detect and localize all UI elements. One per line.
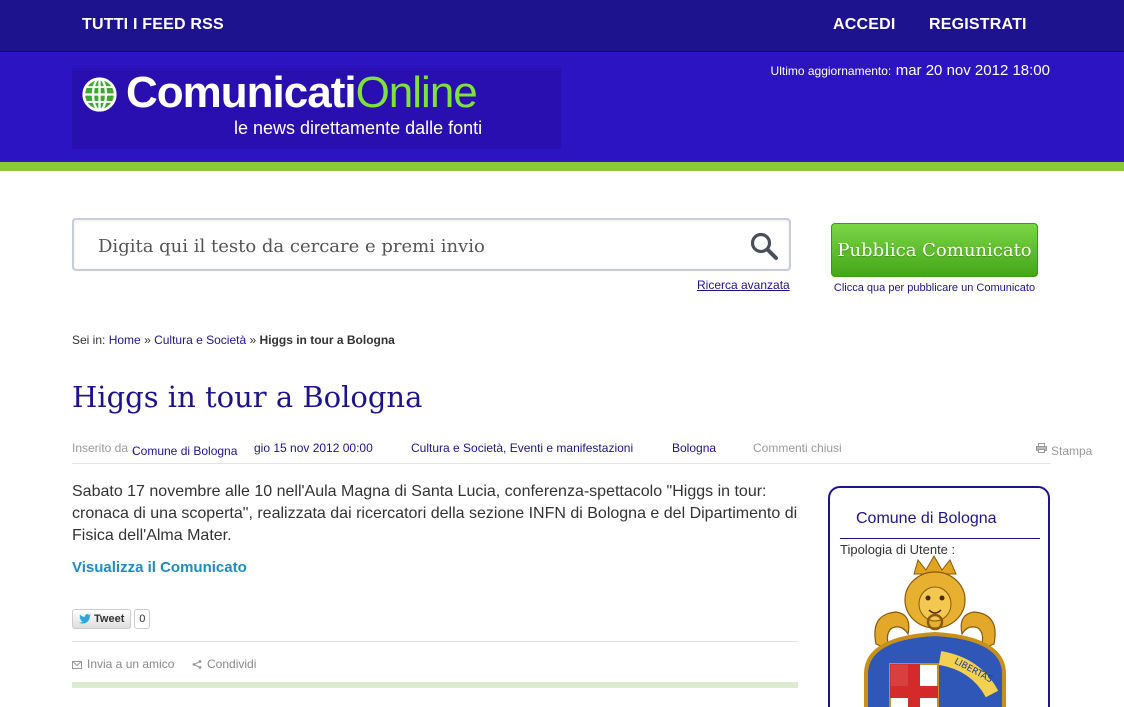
city-link[interactable]: Bologna [672, 441, 716, 455]
printer-icon [1036, 443, 1047, 453]
article-meta: Inserito da Comune di Bologna, gio 15 no… [72, 438, 1092, 464]
breadcrumb-separator: » [249, 333, 257, 347]
last-update: Ultimo aggiornamento: mar 20 nov 2012 18… [771, 62, 1050, 80]
categories-link[interactable]: Cultura e Società, Eventi e manifestazio… [411, 441, 633, 455]
breadcrumb-home-link[interactable]: Home [109, 333, 141, 347]
section-divider [72, 682, 798, 688]
publish-date-link[interactable]: gio 15 nov 2012 00:00 [254, 441, 373, 455]
breadcrumb-separator: » [144, 333, 151, 347]
advanced-search-link[interactable]: Ricerca avanzata [697, 278, 790, 292]
author-link[interactable]: Comune di Bologna, [132, 441, 237, 458]
tweet-button[interactable]: Tweet [72, 609, 132, 629]
breadcrumb-prefix: Sei in: [72, 333, 106, 347]
share-icon [192, 660, 202, 669]
publish-press-release-button[interactable]: Pubblica Comunicato [831, 223, 1038, 277]
tweet-widget: Tweet 0 [72, 609, 151, 629]
rss-feeds-link[interactable]: TUTTI I FEED RSS [82, 16, 224, 34]
site-header: ComunicatiOnline le news direttamente da… [0, 52, 1124, 162]
last-update-label: Ultimo aggiornamento: [770, 64, 892, 78]
print-button[interactable]: Stampa [1036, 441, 1092, 458]
share-link[interactable]: Condividi [192, 657, 256, 671]
logo-tagline: le news direttamente dalle fonti [234, 118, 483, 138]
envelope-icon [72, 661, 82, 669]
last-update-value: mar 20 nov 2012 18:00 [895, 62, 1050, 79]
article-title: Higgs in tour a Bologna [72, 380, 423, 414]
author-box-rule [840, 538, 1040, 539]
publish-note[interactable]: Clicca qua per pubblicare un Comunicato [831, 282, 1038, 294]
twitter-bird-icon [79, 614, 91, 624]
search-icon[interactable] [749, 231, 779, 261]
site-logo[interactable]: ComunicatiOnline le news direttamente da… [72, 68, 561, 149]
print-label: Stampa [1051, 444, 1093, 458]
search-box [72, 218, 791, 271]
author-box: Comune di Bologna Tipologia di Utente : … [828, 486, 1050, 707]
logo-wordmark: ComunicatiOnline [126, 68, 478, 117]
share-row: Invia a un amico Condividi [72, 641, 798, 683]
breadcrumb: Sei in: Home » Cultura e Società » Higgs… [72, 333, 395, 347]
author-box-name[interactable]: Comune di Bologna [856, 510, 997, 528]
view-press-release-link[interactable]: Visualizza il Comunicato [72, 559, 247, 576]
top-nav-bar: TUTTI I FEED RSS ACCEDI REGISTRATI [0, 0, 1124, 52]
tweet-label: Tweet [94, 613, 125, 625]
tweet-count: 0 [134, 609, 151, 629]
login-link[interactable]: ACCEDI [833, 16, 896, 34]
breadcrumb-category-link[interactable]: Cultura e Società [154, 333, 246, 347]
search-input[interactable] [98, 233, 738, 259]
send-to-friend-link[interactable]: Invia a un amico [72, 657, 174, 671]
article-summary: Sabato 17 novembre alle 10 nell'Aula Mag… [72, 483, 798, 544]
comments-status: Commenti chiusi [753, 441, 842, 455]
inserted-by-label: Inserito da [72, 441, 129, 455]
bologna-coat-of-arms-icon: LIBERTAS [864, 554, 1006, 707]
header-divider [0, 162, 1124, 171]
register-link[interactable]: REGISTRATI [929, 16, 1027, 34]
globe-icon [82, 77, 117, 112]
breadcrumb-current: Higgs in tour a Bologna [259, 333, 395, 347]
